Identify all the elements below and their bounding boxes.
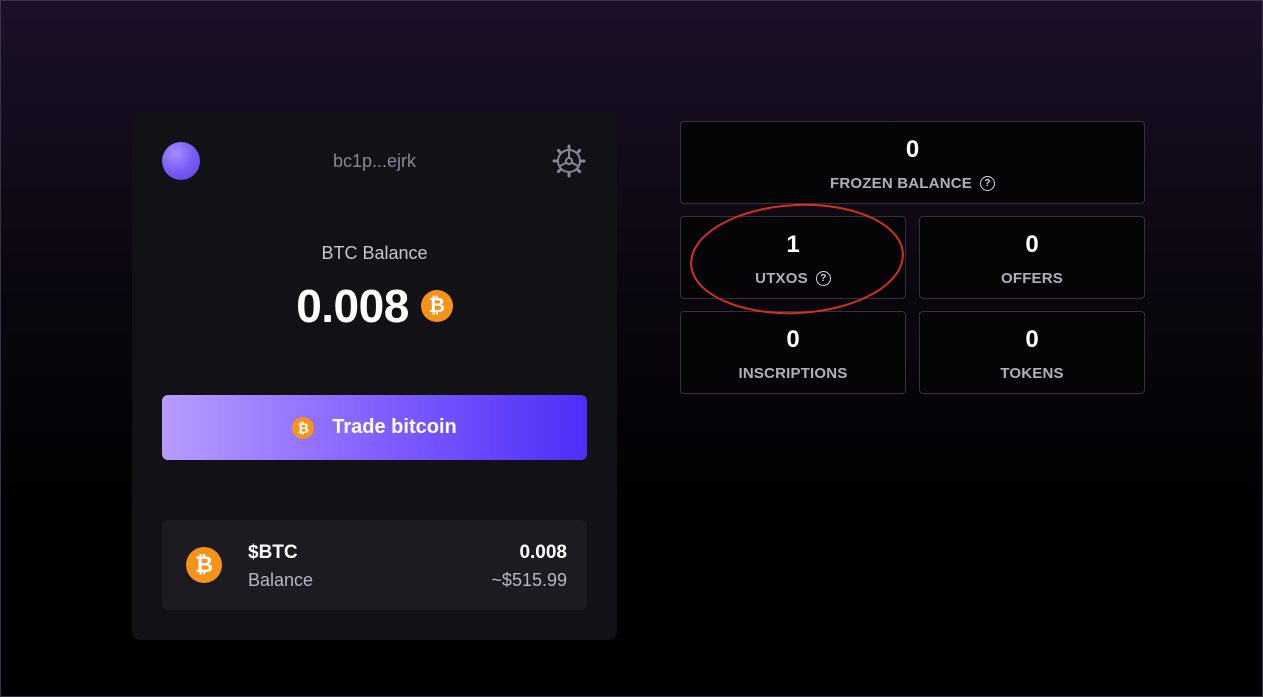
- stat-utxos: 1 UTXOS ?: [680, 216, 906, 299]
- utxos-value: 1: [786, 231, 800, 258]
- inscriptions-label: INSCRIPTIONS: [738, 365, 848, 382]
- frozen-balance-value: 0: [905, 136, 920, 163]
- bitcoin-icon: ₿: [420, 290, 453, 322]
- asset-sublabel: Balance: [248, 570, 314, 590]
- stat-frozen-balance: 0 FROZEN BALANCE ?: [680, 121, 1145, 204]
- asset-amount: 0.008: [519, 542, 567, 563]
- inscriptions-value: 0: [786, 326, 800, 353]
- trade-bitcoin-button[interactable]: ₿ Trade bitcoin: [162, 395, 587, 460]
- frozen-balance-label-text: FROZEN BALANCE: [830, 175, 972, 192]
- stat-offers: 0 OFFERS: [919, 216, 1145, 299]
- offers-value: 0: [1025, 231, 1039, 258]
- tokens-value: 0: [1025, 326, 1039, 353]
- balance-label: BTC Balance: [321, 243, 428, 263]
- help-icon[interactable]: ?: [979, 176, 995, 191]
- offers-label: OFFERS: [1000, 270, 1064, 287]
- bitcoin-icon: ₿: [292, 416, 315, 439]
- tokens-label: TOKENS: [1000, 365, 1064, 382]
- asset-symbol: $BTC: [248, 542, 298, 563]
- balance-row: 0.008 ₿: [132, 279, 617, 333]
- trade-button-label: Trade bitcoin: [332, 416, 457, 438]
- stat-inscriptions: 0 INSCRIPTIONS: [680, 311, 906, 394]
- wallet-address[interactable]: bc1p...ejrk: [132, 151, 617, 172]
- asset-row-btc[interactable]: ₿ $BTC Balance 0.008 ~$515.99: [162, 520, 587, 610]
- balance-value: 0.008: [296, 280, 409, 332]
- stat-tokens: 0 TOKENS: [919, 311, 1145, 394]
- asset-usd-value: ~$515.99: [491, 570, 567, 590]
- settings-icon[interactable]: [552, 144, 586, 178]
- help-icon[interactable]: ?: [815, 271, 831, 286]
- wallet-card: bc1p...ejrk BTC Balance 0.008 ₿ ₿ Trade …: [132, 111, 617, 640]
- utxos-label-text: UTXOS: [755, 270, 808, 287]
- utxos-label: UTXOS ?: [681, 270, 905, 287]
- frozen-balance-label: FROZEN BALANCE ?: [681, 175, 1144, 192]
- bitcoin-icon: ₿: [186, 547, 222, 583]
